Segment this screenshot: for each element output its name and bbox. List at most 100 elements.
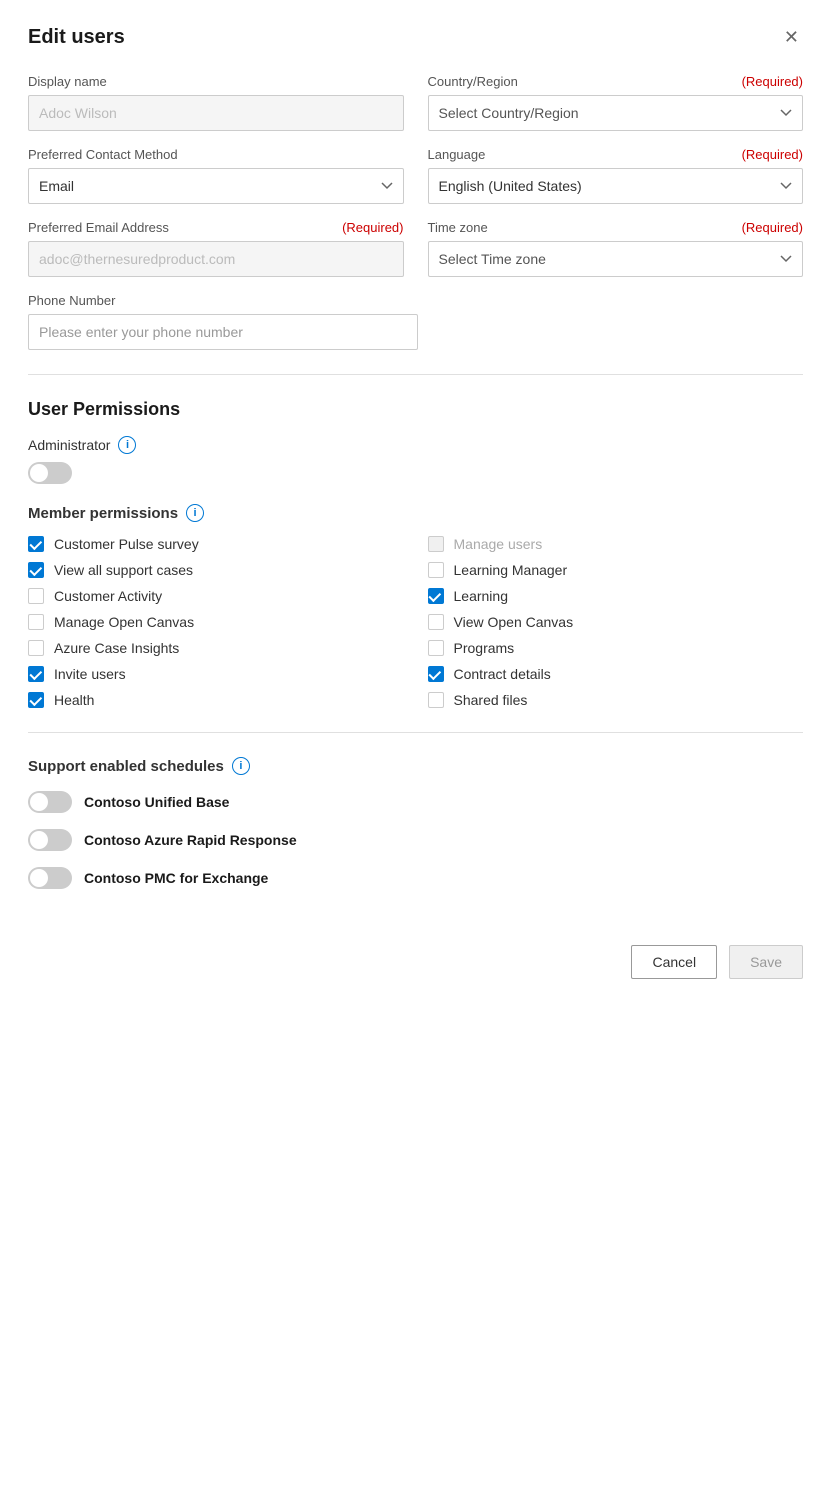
contact-method-label: Preferred Contact Method xyxy=(28,147,404,162)
admin-label-row: Administrator i xyxy=(28,436,803,454)
toggle-contoso-unified[interactable] xyxy=(28,791,72,813)
timezone-select[interactable]: Select Time zone xyxy=(428,241,804,277)
support-schedules-label: Support enabled schedules xyxy=(28,758,224,775)
label-programs: Programs xyxy=(454,640,515,656)
country-label: Country/Region xyxy=(428,74,518,89)
support-schedules-header: Support enabled schedules i xyxy=(28,757,803,775)
display-name-input[interactable] xyxy=(28,95,404,131)
email-label: Preferred Email Address xyxy=(28,220,169,235)
label-view-open-canvas: View Open Canvas xyxy=(454,614,574,630)
checkbox-azure-case-insights[interactable] xyxy=(28,640,44,656)
label-azure-case-insights: Azure Case Insights xyxy=(54,640,179,656)
language-label: Language xyxy=(428,147,486,162)
member-permissions-header: Member permissions i xyxy=(28,504,803,522)
close-button[interactable]: ✕ xyxy=(780,24,803,50)
contact-method-group: Preferred Contact Method Email xyxy=(28,147,404,204)
cancel-button[interactable]: Cancel xyxy=(631,945,717,979)
label-manage-open-canvas: Manage Open Canvas xyxy=(54,614,194,630)
phone-input[interactable] xyxy=(28,314,418,350)
email-input[interactable] xyxy=(28,241,404,277)
language-required: (Required) xyxy=(742,147,803,162)
checkbox-health[interactable] xyxy=(28,692,44,708)
checkbox-manage-open-canvas[interactable] xyxy=(28,614,44,630)
checkbox-manage-users[interactable] xyxy=(428,536,444,552)
permission-programs: Programs xyxy=(428,640,804,656)
slider-contoso-pmc xyxy=(28,867,72,889)
phone-group: Phone Number xyxy=(28,293,418,350)
slider-contoso-azure xyxy=(28,829,72,851)
checkbox-shared-files[interactable] xyxy=(428,692,444,708)
timezone-required: (Required) xyxy=(742,220,803,235)
schedule-contoso-pmc: Contoso PMC for Exchange xyxy=(28,867,803,889)
support-schedules-info-icon[interactable]: i xyxy=(232,757,250,775)
permission-invite-users: Invite users xyxy=(28,666,404,682)
checkbox-customer-activity[interactable] xyxy=(28,588,44,604)
timezone-group: Time zone (Required) Select Time zone xyxy=(428,220,804,277)
modal-footer: Cancel Save xyxy=(28,929,803,979)
schedule-contoso-azure: Contoso Azure Rapid Response xyxy=(28,829,803,851)
country-group: Country/Region (Required) Select Country… xyxy=(428,74,804,131)
phone-label: Phone Number xyxy=(28,293,418,308)
admin-toggle-container xyxy=(28,462,72,484)
language-group: Language (Required) English (United Stat… xyxy=(428,147,804,204)
label-invite-users: Invite users xyxy=(54,666,126,682)
user-permissions-title: User Permissions xyxy=(28,399,803,420)
checkbox-programs[interactable] xyxy=(428,640,444,656)
member-permissions-label: Member permissions xyxy=(28,505,178,522)
admin-toggle-slider xyxy=(28,462,72,484)
section-divider-2 xyxy=(28,732,803,733)
permission-contract-details: Contract details xyxy=(428,666,804,682)
permission-learning-manager: Learning Manager xyxy=(428,562,804,578)
label-contoso-unified: Contoso Unified Base xyxy=(84,794,229,810)
checkbox-view-all-support[interactable] xyxy=(28,562,44,578)
permission-health: Health xyxy=(28,692,404,708)
label-contract-details: Contract details xyxy=(454,666,551,682)
toggle-contoso-azure[interactable] xyxy=(28,829,72,851)
label-learning-manager: Learning Manager xyxy=(454,562,568,578)
modal-title: Edit users xyxy=(28,26,125,49)
modal-header: Edit users ✕ xyxy=(28,24,803,50)
permission-customer-activity: Customer Activity xyxy=(28,588,404,604)
label-customer-pulse: Customer Pulse survey xyxy=(54,536,199,552)
admin-toggle[interactable] xyxy=(28,462,72,484)
checkbox-invite-users[interactable] xyxy=(28,666,44,682)
permission-customer-pulse: Customer Pulse survey xyxy=(28,536,404,552)
label-customer-activity: Customer Activity xyxy=(54,588,162,604)
member-permissions-info-icon[interactable]: i xyxy=(186,504,204,522)
email-group: Preferred Email Address (Required) xyxy=(28,220,404,277)
support-schedules-section: Support enabled schedules i Contoso Unif… xyxy=(28,757,803,889)
permission-manage-users: Manage users xyxy=(428,536,804,552)
country-select[interactable]: Select Country/Region xyxy=(428,95,804,131)
label-learning: Learning xyxy=(454,588,509,604)
timezone-label: Time zone xyxy=(428,220,488,235)
permission-view-all-support: View all support cases xyxy=(28,562,404,578)
edit-users-modal: Edit users ✕ Display name Country/Region… xyxy=(0,0,831,1501)
language-select[interactable]: English (United States) xyxy=(428,168,804,204)
permissions-grid: Customer Pulse survey Manage users View … xyxy=(28,536,803,708)
schedule-contoso-unified: Contoso Unified Base xyxy=(28,791,803,813)
admin-info-icon[interactable]: i xyxy=(118,436,136,454)
permission-shared-files: Shared files xyxy=(428,692,804,708)
label-view-all-support: View all support cases xyxy=(54,562,193,578)
checkbox-learning-manager[interactable] xyxy=(428,562,444,578)
form-fields: Display name Country/Region (Required) S… xyxy=(28,74,803,277)
display-name-group: Display name xyxy=(28,74,404,131)
label-manage-users: Manage users xyxy=(454,536,543,552)
save-button[interactable]: Save xyxy=(729,945,803,979)
label-shared-files: Shared files xyxy=(454,692,528,708)
email-required: (Required) xyxy=(342,220,403,235)
checkbox-contract-details[interactable] xyxy=(428,666,444,682)
checkbox-learning[interactable] xyxy=(428,588,444,604)
label-health: Health xyxy=(54,692,94,708)
contact-method-select[interactable]: Email xyxy=(28,168,404,204)
section-divider xyxy=(28,374,803,375)
permission-manage-open-canvas: Manage Open Canvas xyxy=(28,614,404,630)
checkbox-customer-pulse[interactable] xyxy=(28,536,44,552)
label-contoso-azure: Contoso Azure Rapid Response xyxy=(84,832,297,848)
permission-learning: Learning xyxy=(428,588,804,604)
country-required: (Required) xyxy=(742,74,803,89)
toggle-contoso-pmc[interactable] xyxy=(28,867,72,889)
slider-contoso-unified xyxy=(28,791,72,813)
display-name-label: Display name xyxy=(28,74,404,89)
checkbox-view-open-canvas[interactable] xyxy=(428,614,444,630)
